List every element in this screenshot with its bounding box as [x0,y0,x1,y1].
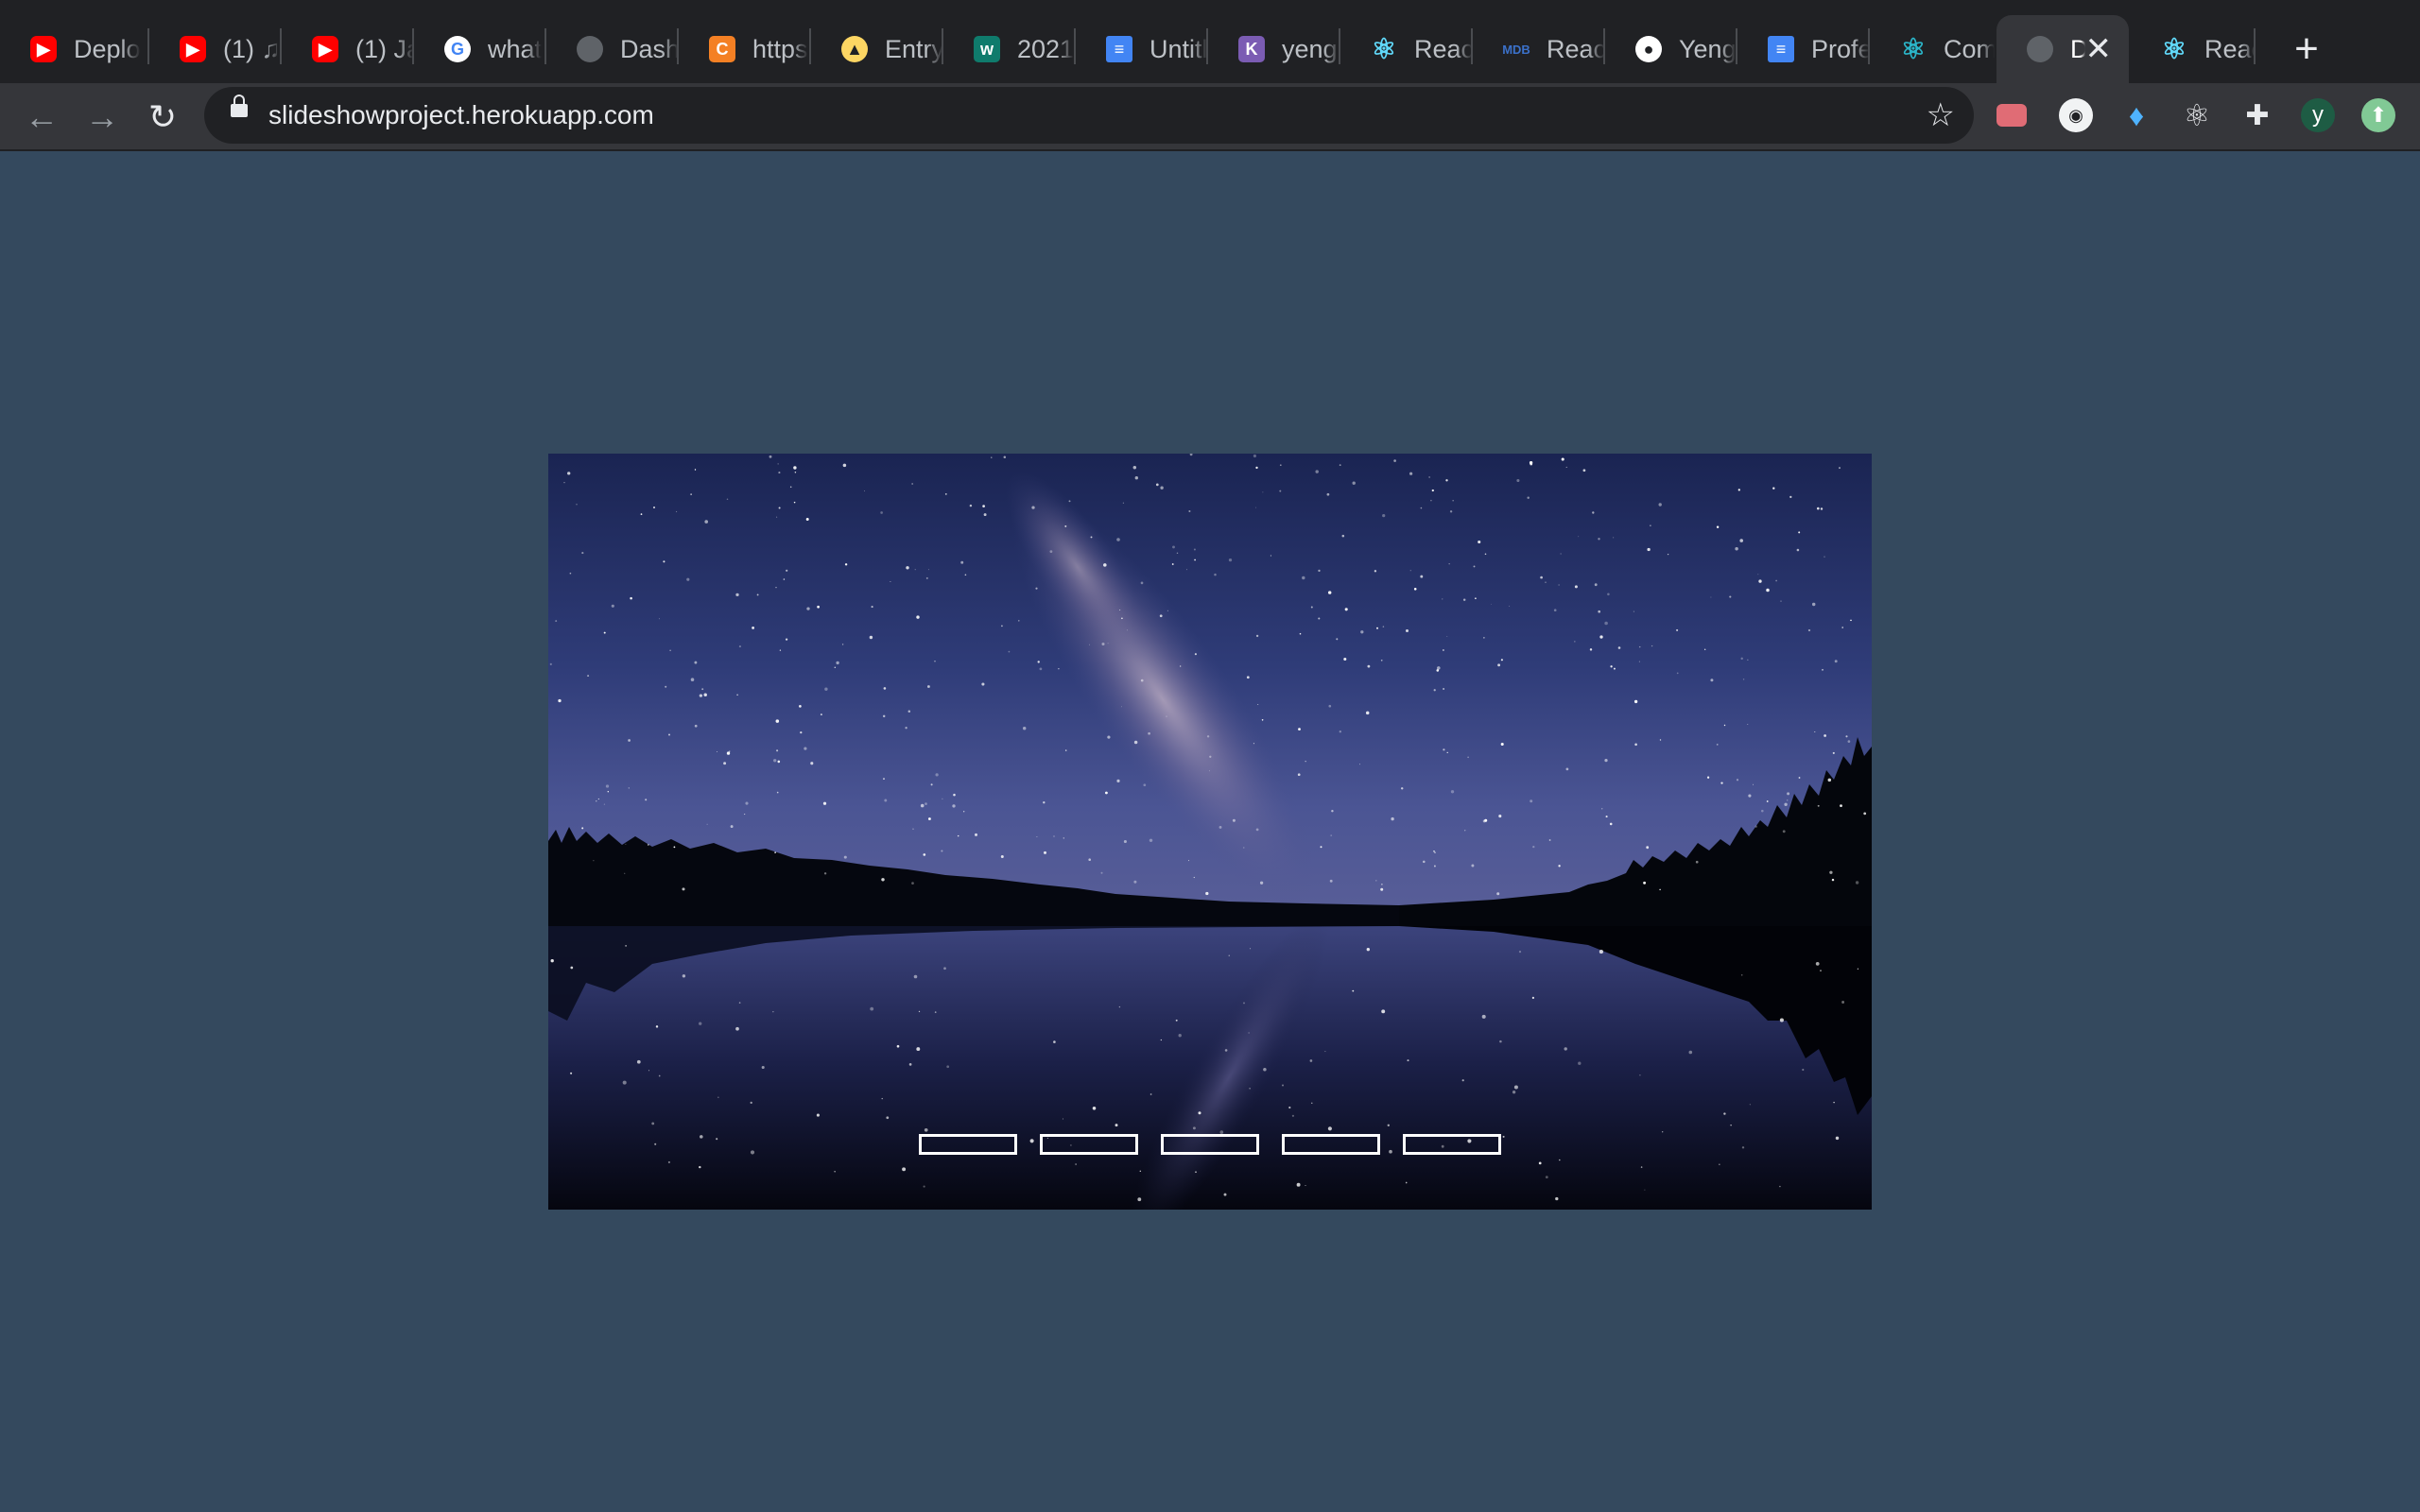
docs-icon: ≡ [1768,36,1794,62]
update-icon[interactable]: ⬆ [2361,98,2395,132]
c-icon: C [709,36,735,62]
slide-indicators [548,1134,1872,1155]
tab-2021[interactable]: w 2021 [943,15,1076,83]
youtube-icon: ▶ [312,36,338,62]
url-text[interactable]: slideshowproject.herokuapp.com [268,87,654,144]
slide-image [548,454,1872,1210]
slide-indicator-4[interactable] [1282,1134,1380,1155]
profile-avatar[interactable]: y [2301,98,2335,132]
bookmark-star-icon[interactable]: ☆ [1927,87,1955,144]
k-icon: K [1238,36,1265,62]
globe-icon [577,36,603,62]
tab-react-mdb[interactable]: MDB React [1473,15,1605,83]
tab-google-what[interactable]: G what [414,15,546,83]
slide-indicator-3[interactable] [1161,1134,1259,1155]
react-devtools-icon[interactable]: ⚛ [2180,98,2214,132]
globe-icon [2027,36,2053,62]
slide-indicator-2[interactable] [1040,1134,1138,1155]
extension-icon[interactable]: ◉ [2059,98,2093,132]
back-button[interactable]: ← [17,93,66,142]
tab-active[interactable]: D ✕ [1996,15,2129,83]
arrow-right-icon: → [85,97,119,136]
close-tab-icon[interactable]: ✕ [2085,33,2113,65]
docs-icon: ≡ [1106,36,1132,62]
lock-icon [231,94,248,117]
tab-youtube-ja[interactable]: ▶ (1) Ja [282,15,414,83]
forward-button[interactable]: → [78,93,127,142]
react-icon: ⚛ [1900,33,1927,65]
tab-yengl[interactable]: K yengl [1208,15,1340,83]
tab-untitled[interactable]: ≡ Untitl [1076,15,1208,83]
tab-deplo[interactable]: ▶ Deplo [0,15,149,83]
slide-indicator-5[interactable] [1403,1134,1501,1155]
video-extension-icon[interactable] [1996,104,2027,127]
react-icon: ⚛ [2161,33,2187,65]
tab-react-2[interactable]: ⚛ Reac [2131,15,2256,83]
tab-profe[interactable]: ≡ Profe [1737,15,1870,83]
tab-dash[interactable]: Dash [546,15,679,83]
puzzle-icon[interactable]: ✚ [2240,98,2274,132]
browser-toolbar: ← → ↻ slideshowproject.herokuapp.com ☆ ◉… [0,83,2420,151]
warning-icon: ▲ [841,36,868,62]
gem-extension-icon[interactable]: ♦ [2119,98,2153,132]
tab-comp[interactable]: ⚛ Comp [1870,15,1995,83]
react-icon: ⚛ [1371,33,1397,65]
slide-indicator-1[interactable] [919,1134,1017,1155]
youtube-icon: ▶ [30,36,57,62]
w-icon: w [974,36,1000,62]
reload-icon: ↻ [147,97,178,136]
profile-initial: y [2312,102,2324,128]
mdb-icon: MDB [1502,42,1530,57]
google-icon: G [444,36,471,62]
new-tab-button[interactable]: + [2278,21,2335,77]
tab-github-yeng[interactable]: ● Yeng [1605,15,1737,83]
tab-entry[interactable]: ▲ Entry [811,15,943,83]
tab-youtube-music[interactable]: ▶ (1) ♫ [149,15,282,83]
tab-https[interactable]: C https [679,15,811,83]
address-bar[interactable]: slideshowproject.herokuapp.com ☆ [204,87,1974,144]
reload-button[interactable]: ↻ [138,93,187,142]
tab-react-1[interactable]: ⚛ React [1340,15,1473,83]
github-icon: ● [1635,36,1662,62]
tab-separator [2254,28,2256,64]
arrow-left-icon: ← [25,97,59,136]
youtube-icon: ▶ [180,36,206,62]
slideshow [548,454,1872,1210]
tab-strip: ▶ Deplo ▶ (1) ♫ ▶ (1) Ja G what Dash C h… [0,0,2420,83]
